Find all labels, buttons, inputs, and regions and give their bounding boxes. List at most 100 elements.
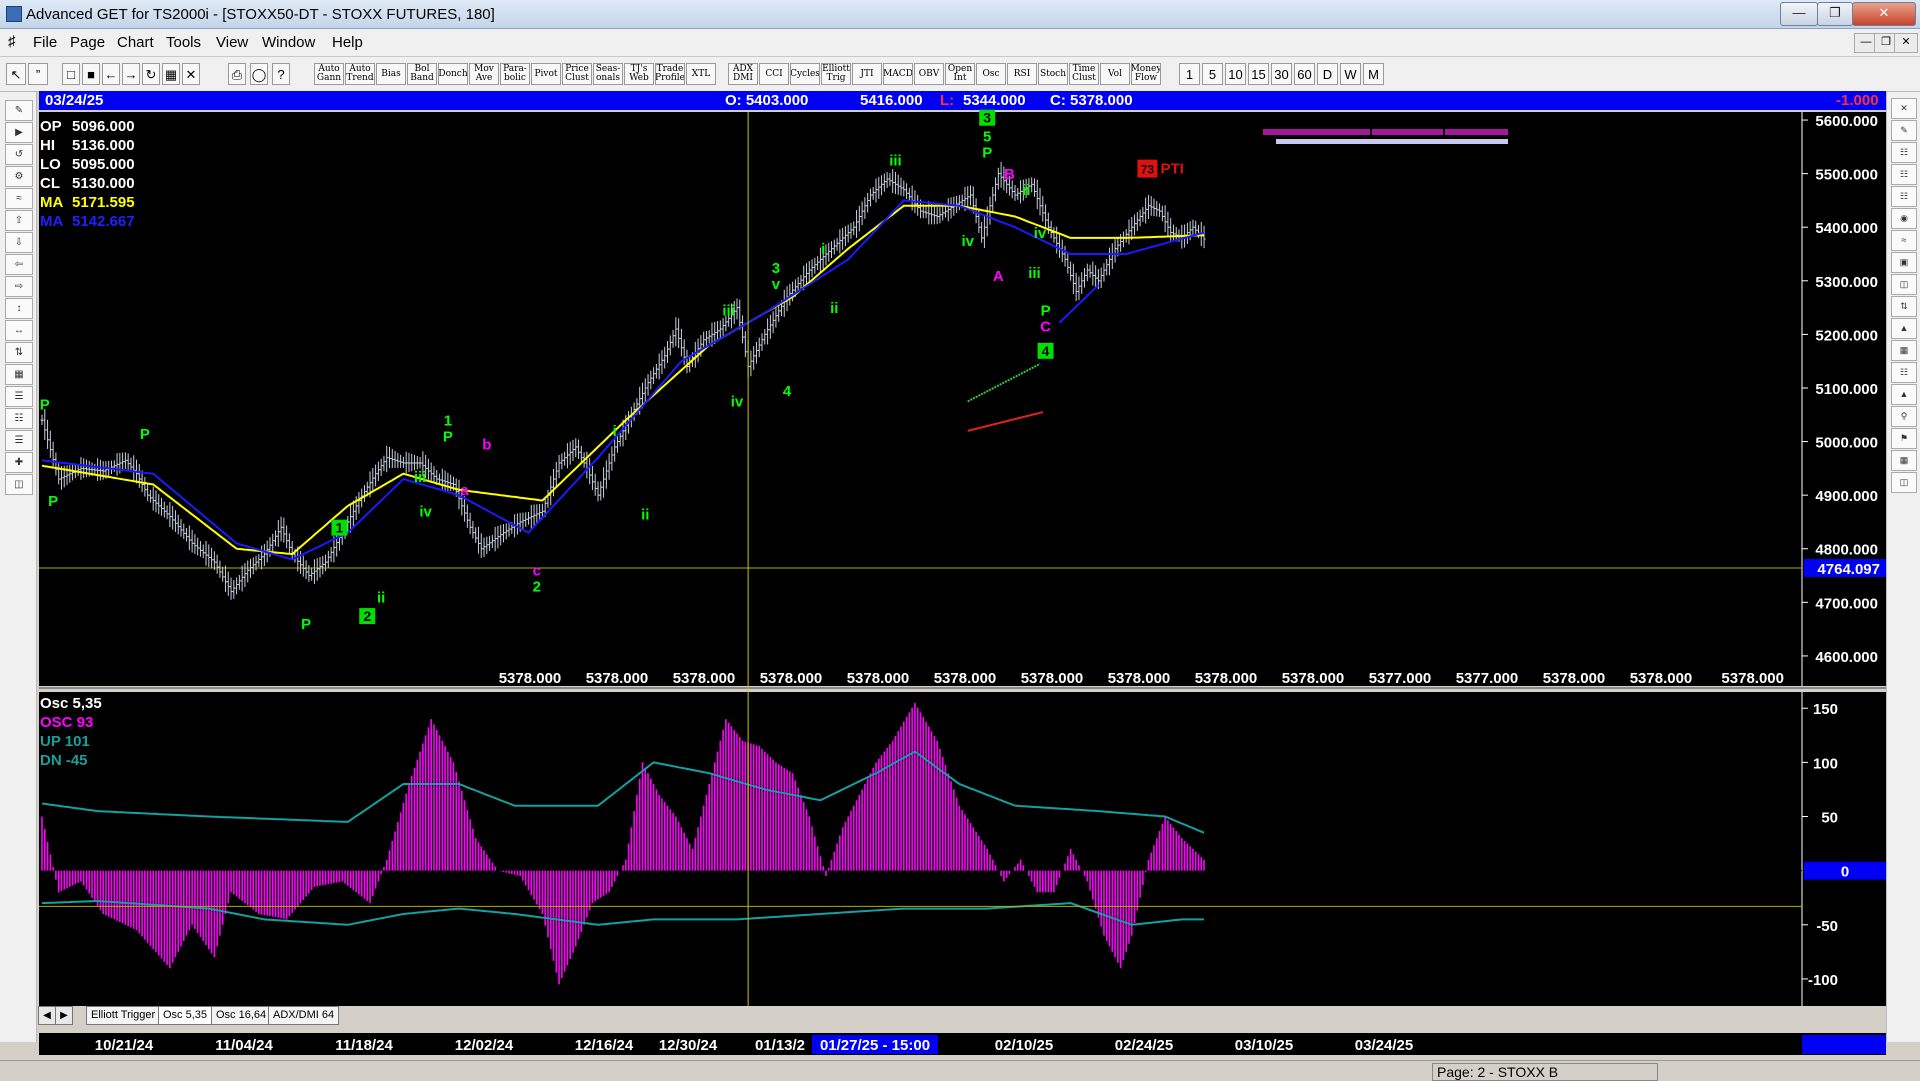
wave-label: 3	[772, 260, 780, 277]
price-tick-label: 4700.000	[1815, 595, 1878, 612]
date-label: 11/18/24	[335, 1037, 393, 1054]
wave-label: 1	[336, 520, 344, 536]
date-label: 03/10/25	[1235, 1037, 1293, 1054]
bottom-value-label: 5378.000	[586, 670, 649, 687]
date-label: 02/24/25	[1115, 1037, 1173, 1054]
price-tick-label: 5600.000	[1815, 113, 1878, 130]
readout-line: CL 5130.000	[40, 175, 135, 192]
date-label: 12/30/24	[659, 1037, 718, 1054]
status-page: Page: 2 - STOXX B	[1432, 1063, 1658, 1081]
tab-adx-dmi-64[interactable]: ADX/DMI 64	[268, 1006, 340, 1025]
target-zone-bar	[1372, 129, 1443, 135]
price-tick-label: 5400.000	[1815, 220, 1878, 237]
wave-label: P	[140, 426, 150, 443]
target-zone-bar	[1263, 129, 1370, 135]
bottom-value-label: 5378.000	[1630, 670, 1693, 687]
readout-line: HI 5136.000	[40, 137, 135, 154]
osc-tick-label: -50	[1816, 918, 1838, 935]
bottom-value-label: 5378.000	[1195, 670, 1258, 687]
bottom-value-label: 5377.000	[1456, 670, 1519, 687]
tab-elliott-trigger[interactable]: Elliott Trigger	[86, 1006, 161, 1025]
readout-label: MA	[40, 194, 63, 211]
wave-label: iii	[1028, 265, 1041, 282]
wave-label: P	[443, 429, 453, 446]
osc-readout-line: DN -45	[40, 752, 88, 769]
pti-value: 73	[1141, 163, 1155, 177]
price-tick-label: 5500.000	[1815, 167, 1878, 184]
wave-label: c	[533, 563, 541, 580]
wave-label: iii	[414, 469, 427, 486]
date-label: 03/24/25	[1355, 1037, 1413, 1054]
bottom-value-label: 5377.000	[1369, 670, 1432, 687]
wave-label: P	[301, 616, 311, 633]
wave-label: iii	[722, 303, 735, 320]
price-tick-label: 5000.000	[1815, 435, 1878, 452]
date-axis-end-box	[1802, 1035, 1886, 1054]
wave-label: C	[1040, 319, 1051, 336]
price-tick-label: 4800.000	[1815, 542, 1878, 559]
wave-label: P	[40, 396, 50, 413]
readout-line: OP 5096.000	[40, 118, 135, 135]
pti-label: PTI	[1160, 161, 1183, 178]
wave-label: b	[482, 437, 491, 454]
osc-readout-line: Osc 5,35	[40, 695, 102, 712]
tab-prev-button[interactable]: ◀	[38, 1006, 56, 1025]
price-tick-label: 5200.000	[1815, 327, 1878, 344]
wave-label: iv	[731, 394, 744, 411]
readout-value: 5096.000	[72, 118, 135, 135]
wave-label: 4	[1042, 343, 1050, 359]
wave-label: ii	[641, 506, 649, 523]
status-bar: Page: 2 - STOXX B	[0, 1060, 1920, 1081]
readout-label: CL	[40, 175, 60, 192]
wave-label: ii	[830, 300, 838, 317]
date-label: 11/04/24	[215, 1037, 273, 1054]
wave-label: a	[460, 482, 469, 499]
wave-label: 1	[444, 412, 452, 429]
wave-label: iv	[419, 504, 432, 521]
readout-line: MA 5142.667	[40, 213, 135, 230]
target-zone-bar	[1276, 139, 1508, 144]
wave-label: 5	[983, 128, 991, 145]
wave-label: iv	[961, 233, 974, 250]
date-label: 02/10/25	[995, 1037, 1053, 1054]
date-cursor-label: 01/27/25 - 15:00	[820, 1037, 930, 1054]
wave-label: ii	[1022, 182, 1030, 199]
price-tick-label: 5300.000	[1815, 274, 1878, 291]
readout-value: 5171.595	[72, 194, 135, 211]
wave-label: P	[48, 493, 58, 510]
readout-value: 5130.000	[72, 175, 135, 192]
readout-label: LO	[40, 156, 61, 173]
wave-label: A	[993, 268, 1004, 285]
bottom-value-label: 5378.000	[499, 670, 562, 687]
wave-label: i	[821, 241, 825, 258]
bottom-value-label: 5378.000	[934, 670, 997, 687]
bottom-value-label: 5378.000	[1021, 670, 1084, 687]
chart-canvas[interactable]: 5600.000 5500.000 5400.000 5300.000 5200.000…	[0, 0, 1920, 1060]
osc-tick-label: -100	[1808, 972, 1838, 989]
readout-line: MA 5171.595	[40, 194, 135, 211]
osc-tick-label: 100	[1813, 755, 1838, 772]
readout-line: LO 5095.000	[40, 156, 135, 173]
date-label: 12/16/24	[575, 1037, 634, 1054]
wave-label: 4	[783, 383, 792, 400]
readout-label: MA	[40, 213, 63, 230]
wave-label: P	[982, 145, 992, 162]
readout-value: 5142.667	[72, 213, 135, 230]
tab-next-button[interactable]: ▶	[55, 1006, 73, 1025]
tab-osc-16-64[interactable]: Osc 16,64	[211, 1006, 272, 1025]
osc-zero-label: 0	[1841, 864, 1849, 881]
wave-label: 3	[983, 110, 991, 126]
bottom-value-label: 5378.000	[1108, 670, 1171, 687]
osc-readout-line: OSC 93	[40, 714, 93, 731]
wave-label: 2	[533, 579, 541, 596]
tab-osc-5-35[interactable]: Osc 5,35	[158, 1006, 213, 1025]
wave-label: 2	[363, 608, 371, 624]
osc-tick-label: 50	[1821, 810, 1838, 827]
osc-readout-line: UP 101	[40, 733, 90, 750]
readout-value: 5095.000	[72, 156, 135, 173]
wave-label: iii	[889, 153, 902, 170]
cursor-price-label: 4764.097	[1817, 561, 1880, 578]
date-axis-panel	[39, 1033, 1886, 1055]
date-label: 10/21/24	[95, 1037, 154, 1054]
price-tick-label: 5100.000	[1815, 381, 1878, 398]
